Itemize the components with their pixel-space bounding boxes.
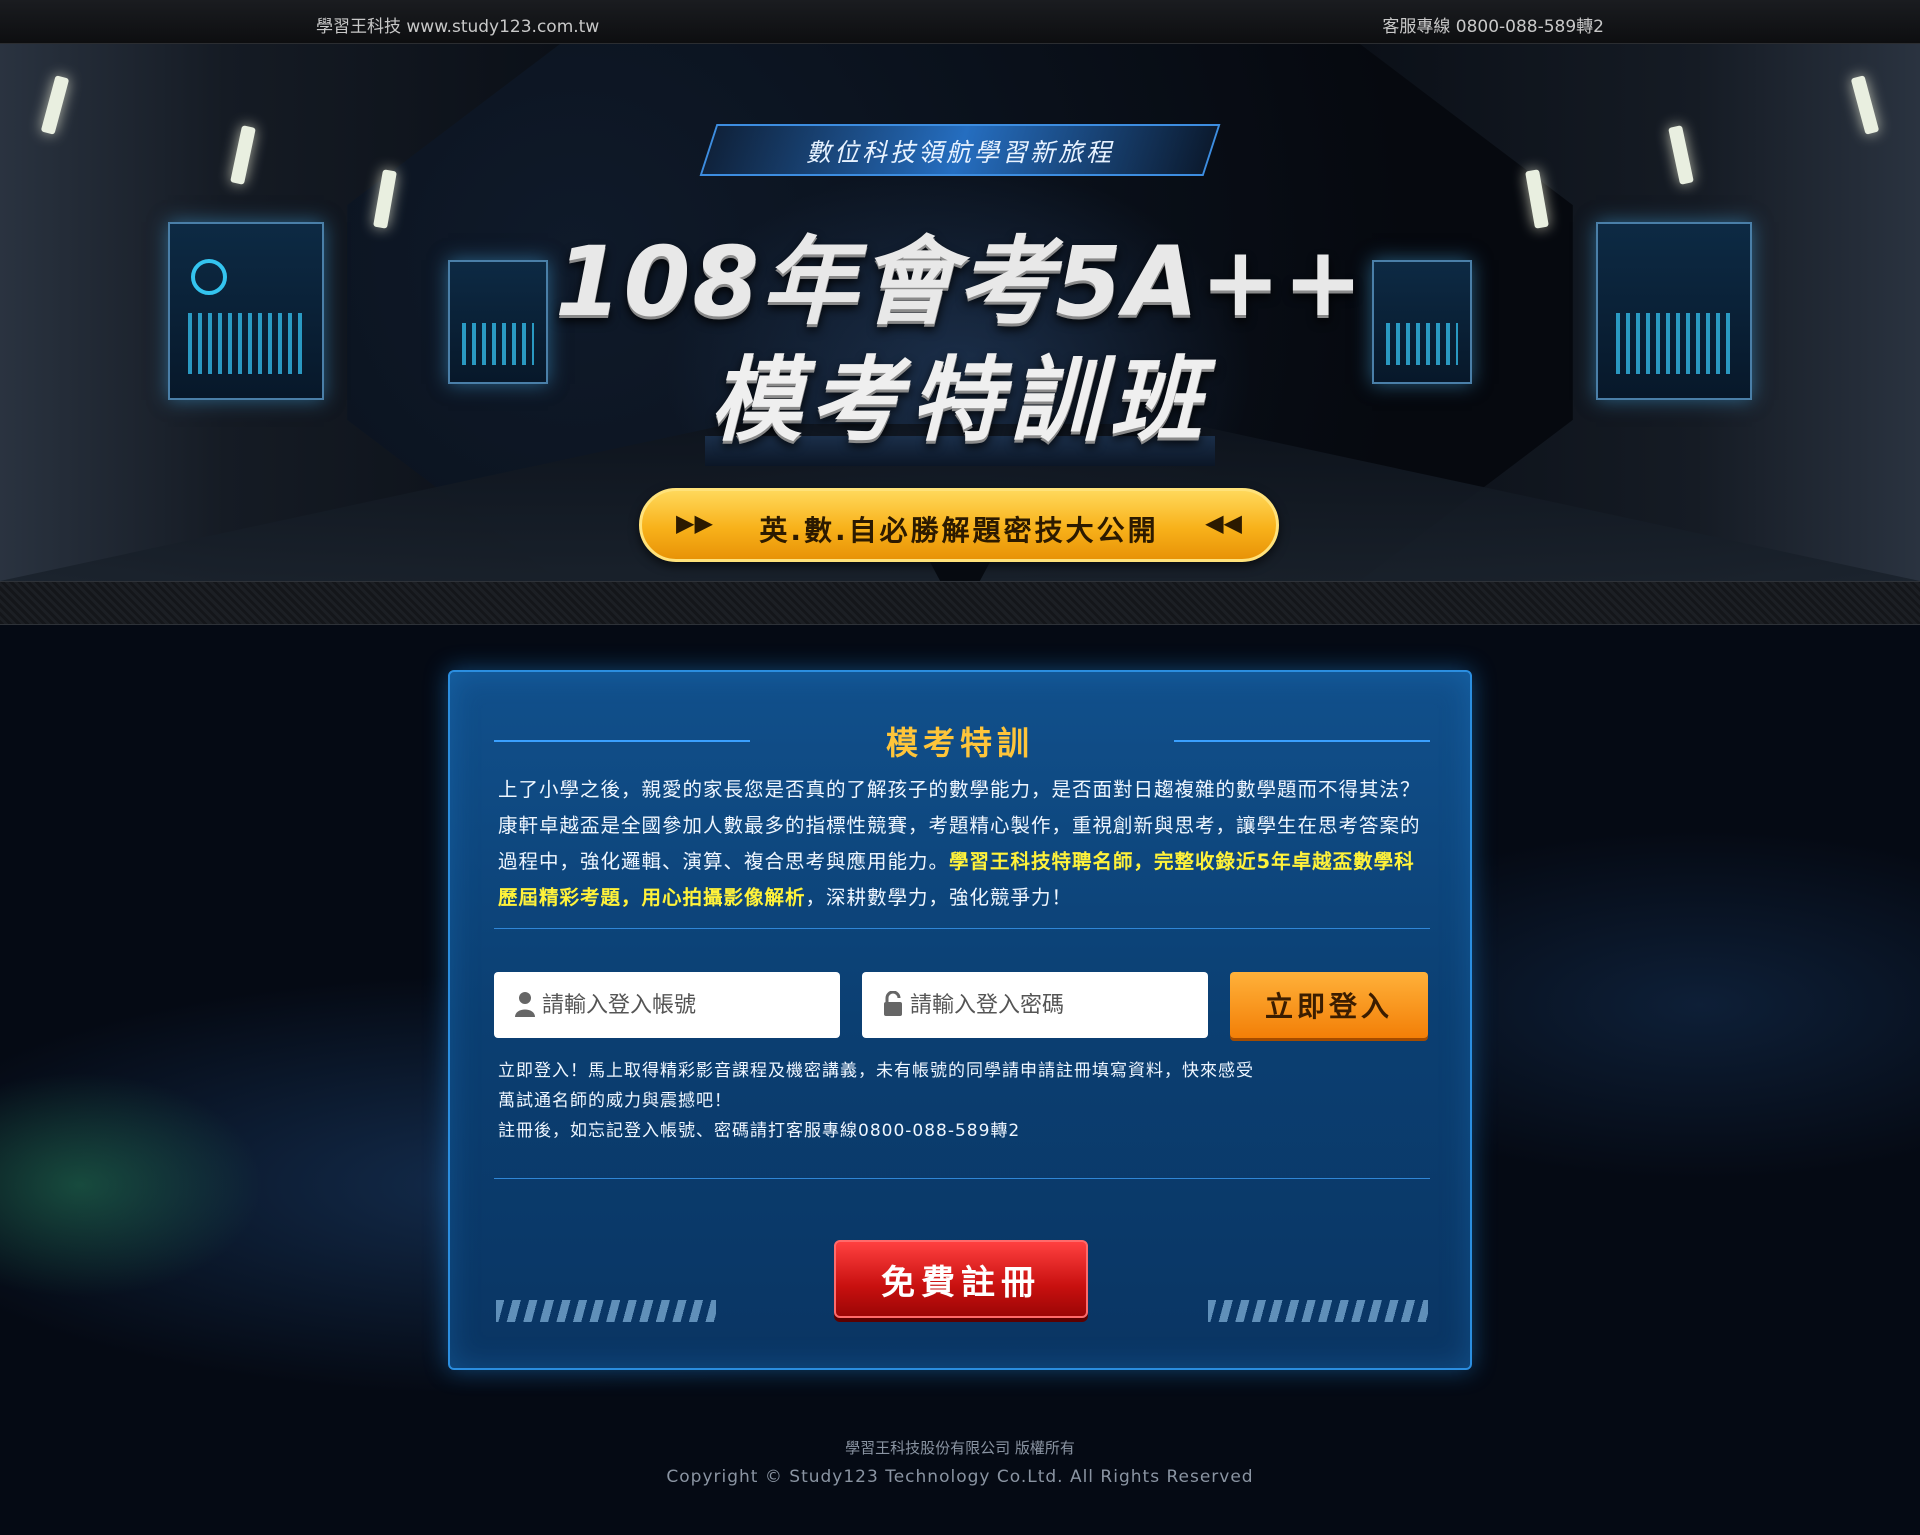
divider (494, 928, 1430, 929)
login-note: 立即登入！馬上取得精彩影音課程及機密講義，未有帳號的同學請申請註冊填寫資料，快來… (498, 1056, 1258, 1146)
top-bar: 學習王科技 www.study123.com.tw 客服專線 0800-088-… (0, 0, 1920, 44)
hero-title-line2: 模考特訓班 (709, 347, 1210, 454)
login-note-line2: 註冊後，如忘記登入帳號、密碼請打客服專線0800-088-589轉2 (498, 1121, 1021, 1141)
username-field[interactable] (494, 972, 840, 1038)
user-icon (515, 992, 535, 1017)
data-screen-left-near (168, 222, 324, 400)
panel-title: 模考特訓 (885, 724, 1034, 762)
username-input[interactable] (542, 972, 832, 1038)
deco-stripes-left (496, 1300, 716, 1322)
divider (494, 1178, 1430, 1179)
hero-banner: 數位科技領航學習新旅程 108年會考5A++ 模考特訓班 ▶▶ 英.數.自必勝解… (0, 44, 1920, 581)
footer-company: 學習王科技股份有限公司 版權所有 (845, 1439, 1075, 1457)
banner-pointer (930, 562, 990, 581)
banner-bottom-strip (0, 581, 1920, 625)
lock-icon (884, 991, 902, 1016)
password-field[interactable] (862, 972, 1208, 1038)
training-panel: 模考特訓 上了小學之後，親愛的家長您是否真的了解孩子的數學能力，是否面對日趨複雜… (448, 670, 1472, 1370)
footer-copyright: Copyright © Study123 Technology Co.Ltd. … (666, 1467, 1254, 1487)
hero-title-line1: 108年會考5A++ (554, 226, 1366, 338)
panel-intro: 上了小學之後，親愛的家長您是否真的了解孩子的數學能力，是否面對日趨複雜的數學題而… (498, 772, 1426, 916)
login-button[interactable]: 立即登入 (1230, 972, 1428, 1038)
data-screen-right-near (1596, 222, 1752, 400)
deco-stripes-right (1208, 1300, 1428, 1322)
double-play-left-icon: ◀◀ (1205, 509, 1242, 537)
slogan-text: 數位科技領航學習新旅程 (805, 138, 1114, 167)
intro-tail: ，深耕數學力，強化競爭力！ (805, 886, 1073, 909)
site-brand[interactable]: 學習王科技 www.study123.com.tw (316, 12, 599, 37)
password-input[interactable] (910, 972, 1200, 1038)
cta-banner-label: 英.數.自必勝解題密技大公開 (759, 514, 1159, 547)
service-phone: 客服專線 0800-088-589轉2 (1382, 17, 1604, 37)
login-note-line1: 立即登入！馬上取得精彩影音課程及機密講義，未有帳號的同學請申請註冊填寫資料，快來… (498, 1061, 1254, 1111)
register-button[interactable]: 免費註冊 (834, 1240, 1088, 1318)
cta-banner-button[interactable]: ▶▶ 英.數.自必勝解題密技大公開 ◀◀ (639, 488, 1279, 562)
